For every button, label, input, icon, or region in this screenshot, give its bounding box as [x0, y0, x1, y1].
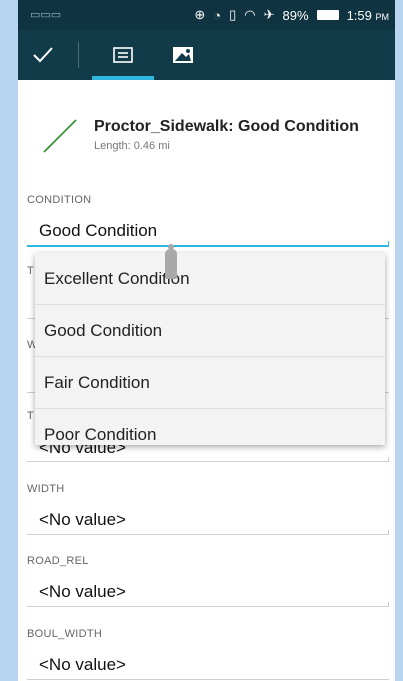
- feature-title: Proctor_Sidewalk: Good Condition: [94, 118, 359, 135]
- polyline-icon: [43, 119, 77, 153]
- condition-underline: [27, 245, 389, 247]
- field-label-boul-width: BOUL_WIDTH: [27, 628, 103, 640]
- field-label-hidden-3: T: [27, 410, 35, 422]
- clock: 1:59 PM: [347, 8, 389, 23]
- field-label-road-rel: ROAD_REL: [27, 555, 89, 567]
- clock-ampm: PM: [375, 11, 390, 22]
- dropdown-option-label: Fair Condition: [44, 373, 150, 392]
- feature-length: Length: 0.46 mi: [94, 140, 170, 152]
- width-underline: [27, 534, 389, 535]
- tab-form[interactable]: [92, 30, 154, 80]
- wifi-icon: ◠: [244, 7, 256, 22]
- boul-width-input[interactable]: <No value>: [39, 655, 126, 675]
- status-bar: ▭▭▭ ⊕ ◔ ▯ ◠ ✈ 89% 1:59 PM: [18, 0, 395, 30]
- field-underline-hidden-3: [27, 461, 389, 462]
- toolbar: [18, 30, 395, 80]
- gps-icon: ⊕: [194, 7, 206, 22]
- boul-width-underline: [27, 679, 389, 680]
- tab-photo[interactable]: [168, 30, 198, 80]
- condition-select[interactable]: Good Condition: [39, 221, 157, 241]
- width-underline-tick: [388, 530, 389, 535]
- airplane-icon: ✈: [263, 7, 275, 22]
- width-input[interactable]: <No value>: [39, 510, 126, 530]
- text-cursor-handle[interactable]: [165, 244, 177, 279]
- field-underline-tick-3: [388, 457, 389, 462]
- checkmark-icon: [33, 47, 53, 63]
- dropdown-option-fair[interactable]: Fair Condition: [35, 357, 385, 409]
- dropdown-option-poor[interactable]: Poor Condition: [35, 409, 385, 445]
- phone-screen: ▭▭▭ ⊕ ◔ ▯ ◠ ✈ 89% 1:59 PM Proctor_Sidewa…: [18, 0, 395, 681]
- field-label-hidden-1: T: [27, 265, 35, 277]
- road-rel-underline: [27, 606, 389, 607]
- keyboard-icon: ▭▭▭: [30, 9, 62, 21]
- clock-time: 1:59: [346, 7, 372, 23]
- condition-underline-tick: [388, 241, 389, 246]
- condition-dropdown: Excellent Condition Good Condition Fair …: [35, 253, 385, 445]
- road-rel-input[interactable]: <No value>: [39, 582, 126, 602]
- feature-header: Proctor_Sidewalk: Good Condition Length:…: [18, 110, 395, 170]
- road-rel-underline-tick: [388, 602, 389, 607]
- field-label-condition: CONDITION: [27, 194, 92, 206]
- dropdown-option-excellent[interactable]: Excellent Condition: [35, 253, 385, 305]
- nfc-icon: ◔: [213, 7, 222, 23]
- done-button[interactable]: [18, 30, 68, 80]
- battery-percent: 89%: [282, 7, 309, 23]
- dropdown-option-label: Good Condition: [44, 321, 163, 340]
- photo-icon: [173, 47, 193, 63]
- form-icon: [113, 47, 133, 63]
- dropdown-option-label: Poor Condition: [44, 425, 157, 444]
- dropdown-option-good[interactable]: Good Condition: [35, 305, 385, 357]
- field-label-width: WIDTH: [27, 483, 65, 495]
- vibrate-icon: ▯: [229, 7, 237, 22]
- feature-form: Proctor_Sidewalk: Good Condition Length:…: [18, 80, 395, 681]
- battery-icon: [316, 10, 339, 20]
- toolbar-divider: [78, 42, 79, 68]
